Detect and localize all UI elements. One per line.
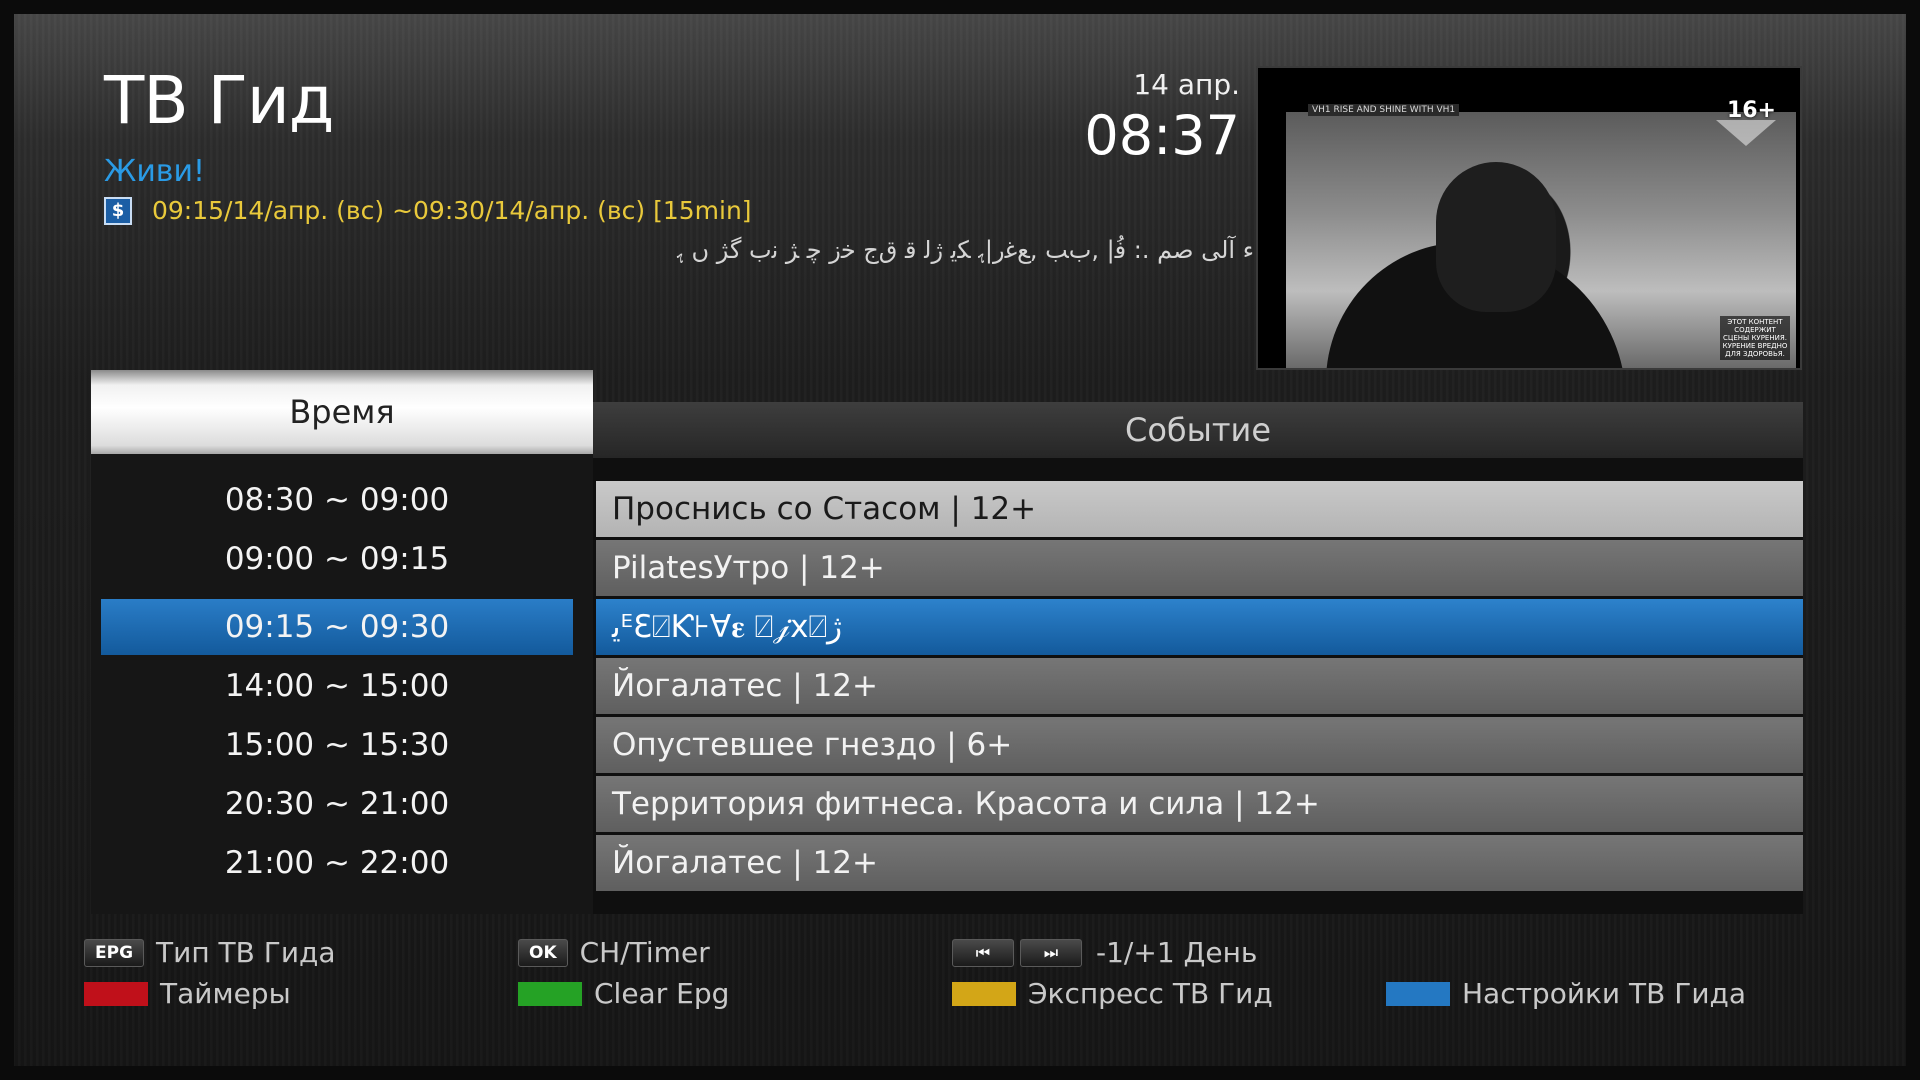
event-row[interactable]: Опустевшее гнездо | 6+	[596, 717, 1803, 773]
legend-epg-type[interactable]: EPG Тип ТВ Гида	[84, 936, 336, 969]
legend-epg-settings[interactable]: Настройки ТВ Гида	[1386, 977, 1746, 1010]
event-row[interactable]: Проснись со Стасом | 12+	[596, 481, 1803, 537]
time-row[interactable]: 15:00 ~ 15:30	[101, 717, 573, 773]
program-description: ء آلی صم .: ﻓُ| ,ﺏﺐ ,ﻊﻏر|ﮨ ﮑﻳ ﮊﻟ ﻗ ﻕﺝ ﺧﺯ…	[677, 236, 1254, 264]
epg-screen: ТВ Гид Живи! $ 09:15/14/апр. (вс) ~09:30…	[0, 0, 1920, 1080]
red-key-icon	[84, 981, 148, 1006]
legend-ok-label: CH/Timer	[579, 936, 710, 969]
time-column-header: Время	[91, 370, 593, 454]
program-time-line: $ 09:15/14/апр. (вс) ~09:30/14/апр. (вс)…	[104, 196, 752, 225]
preview-channel-bar: VH1 RISE AND SHINE WITH VH1	[1308, 104, 1460, 116]
skip-prev-icon: ⏮	[952, 938, 1014, 967]
age-rating-badge: 16+	[1726, 98, 1776, 123]
legend-express-epg[interactable]: Экспресс ТВ Гид	[952, 977, 1273, 1010]
legend-express-epg-label: Экспресс ТВ Гид	[1028, 977, 1273, 1010]
legend-timers[interactable]: Таймеры	[84, 977, 291, 1010]
page-title: ТВ Гид	[104, 62, 334, 139]
dollar-icon: $	[104, 196, 132, 225]
time-row[interactable]: 14:00 ~ 15:00	[101, 658, 573, 714]
epg-key-icon: EPG	[84, 938, 145, 967]
time-row-selected[interactable]: 09:15 ~ 09:30	[101, 599, 573, 655]
legend-clear-epg-label: Clear Epg	[594, 977, 730, 1010]
current-clock: 08:37	[1084, 104, 1240, 167]
event-row-selected[interactable]: ﯾᴱƐ⍁Ƙ⊦Ɐ𝛆 ⍁𝒿ⅹ⍁ﮊ	[596, 599, 1803, 655]
legend-timers-label: Таймеры	[160, 977, 291, 1010]
event-row[interactable]: Территория фитнеса. Красота и сила | 12+	[596, 776, 1803, 832]
preview-head	[1436, 162, 1556, 312]
blue-key-icon	[1386, 981, 1450, 1006]
legend-clear-epg[interactable]: Clear Epg	[518, 977, 729, 1010]
legend-epg-type-label: Тип ТВ Гида	[156, 936, 336, 969]
time-row[interactable]: 08:30 ~ 09:00	[101, 472, 573, 528]
time-row[interactable]: 21:00 ~ 22:00	[101, 835, 573, 891]
skip-next-icon: ⏭	[1020, 938, 1082, 967]
channel-name: Живи!	[104, 154, 206, 189]
time-column: 08:30 ~ 09:00 09:00 ~ 09:15 09:15 ~ 09:3…	[91, 454, 593, 914]
ok-key-icon: OK	[518, 938, 568, 967]
time-row[interactable]: 09:00 ~ 09:15	[101, 531, 573, 587]
smoking-warning: ЭТОТ КОНТЕНТ СОДЕРЖИТ СЦЕНЫ КУРЕНИЯ. КУР…	[1720, 316, 1790, 360]
event-column-header: Событие	[593, 402, 1803, 458]
program-time-range: 09:15/14/апр. (вс) ~09:30/14/апр. (вс) […	[152, 196, 752, 225]
legend-ok[interactable]: OK CH/Timer	[518, 936, 710, 969]
event-column: Проснись со Стасом | 12+ PilatesУтро | 1…	[593, 458, 1803, 914]
legend-day-nav[interactable]: ⏮ ⏭ -1/+1 День	[952, 936, 1257, 969]
legend-epg-settings-label: Настройки ТВ Гида	[1462, 977, 1747, 1010]
current-date: 14 апр.	[1133, 68, 1240, 101]
event-row[interactable]: Йогалатес | 12+	[596, 658, 1803, 714]
event-row[interactable]: PilatesУтро | 12+	[596, 540, 1803, 596]
age-rating-triangle	[1716, 120, 1776, 146]
time-row[interactable]: 20:30 ~ 21:00	[101, 776, 573, 832]
event-row[interactable]: Йогалатес | 12+	[596, 835, 1803, 891]
green-key-icon	[518, 981, 582, 1006]
video-preview: VH1 RISE AND SHINE WITH VH1 16+ ЭТОТ КОН…	[1256, 66, 1802, 370]
legend-day-nav-label: -1/+1 День	[1096, 936, 1258, 969]
yellow-key-icon	[952, 981, 1016, 1006]
